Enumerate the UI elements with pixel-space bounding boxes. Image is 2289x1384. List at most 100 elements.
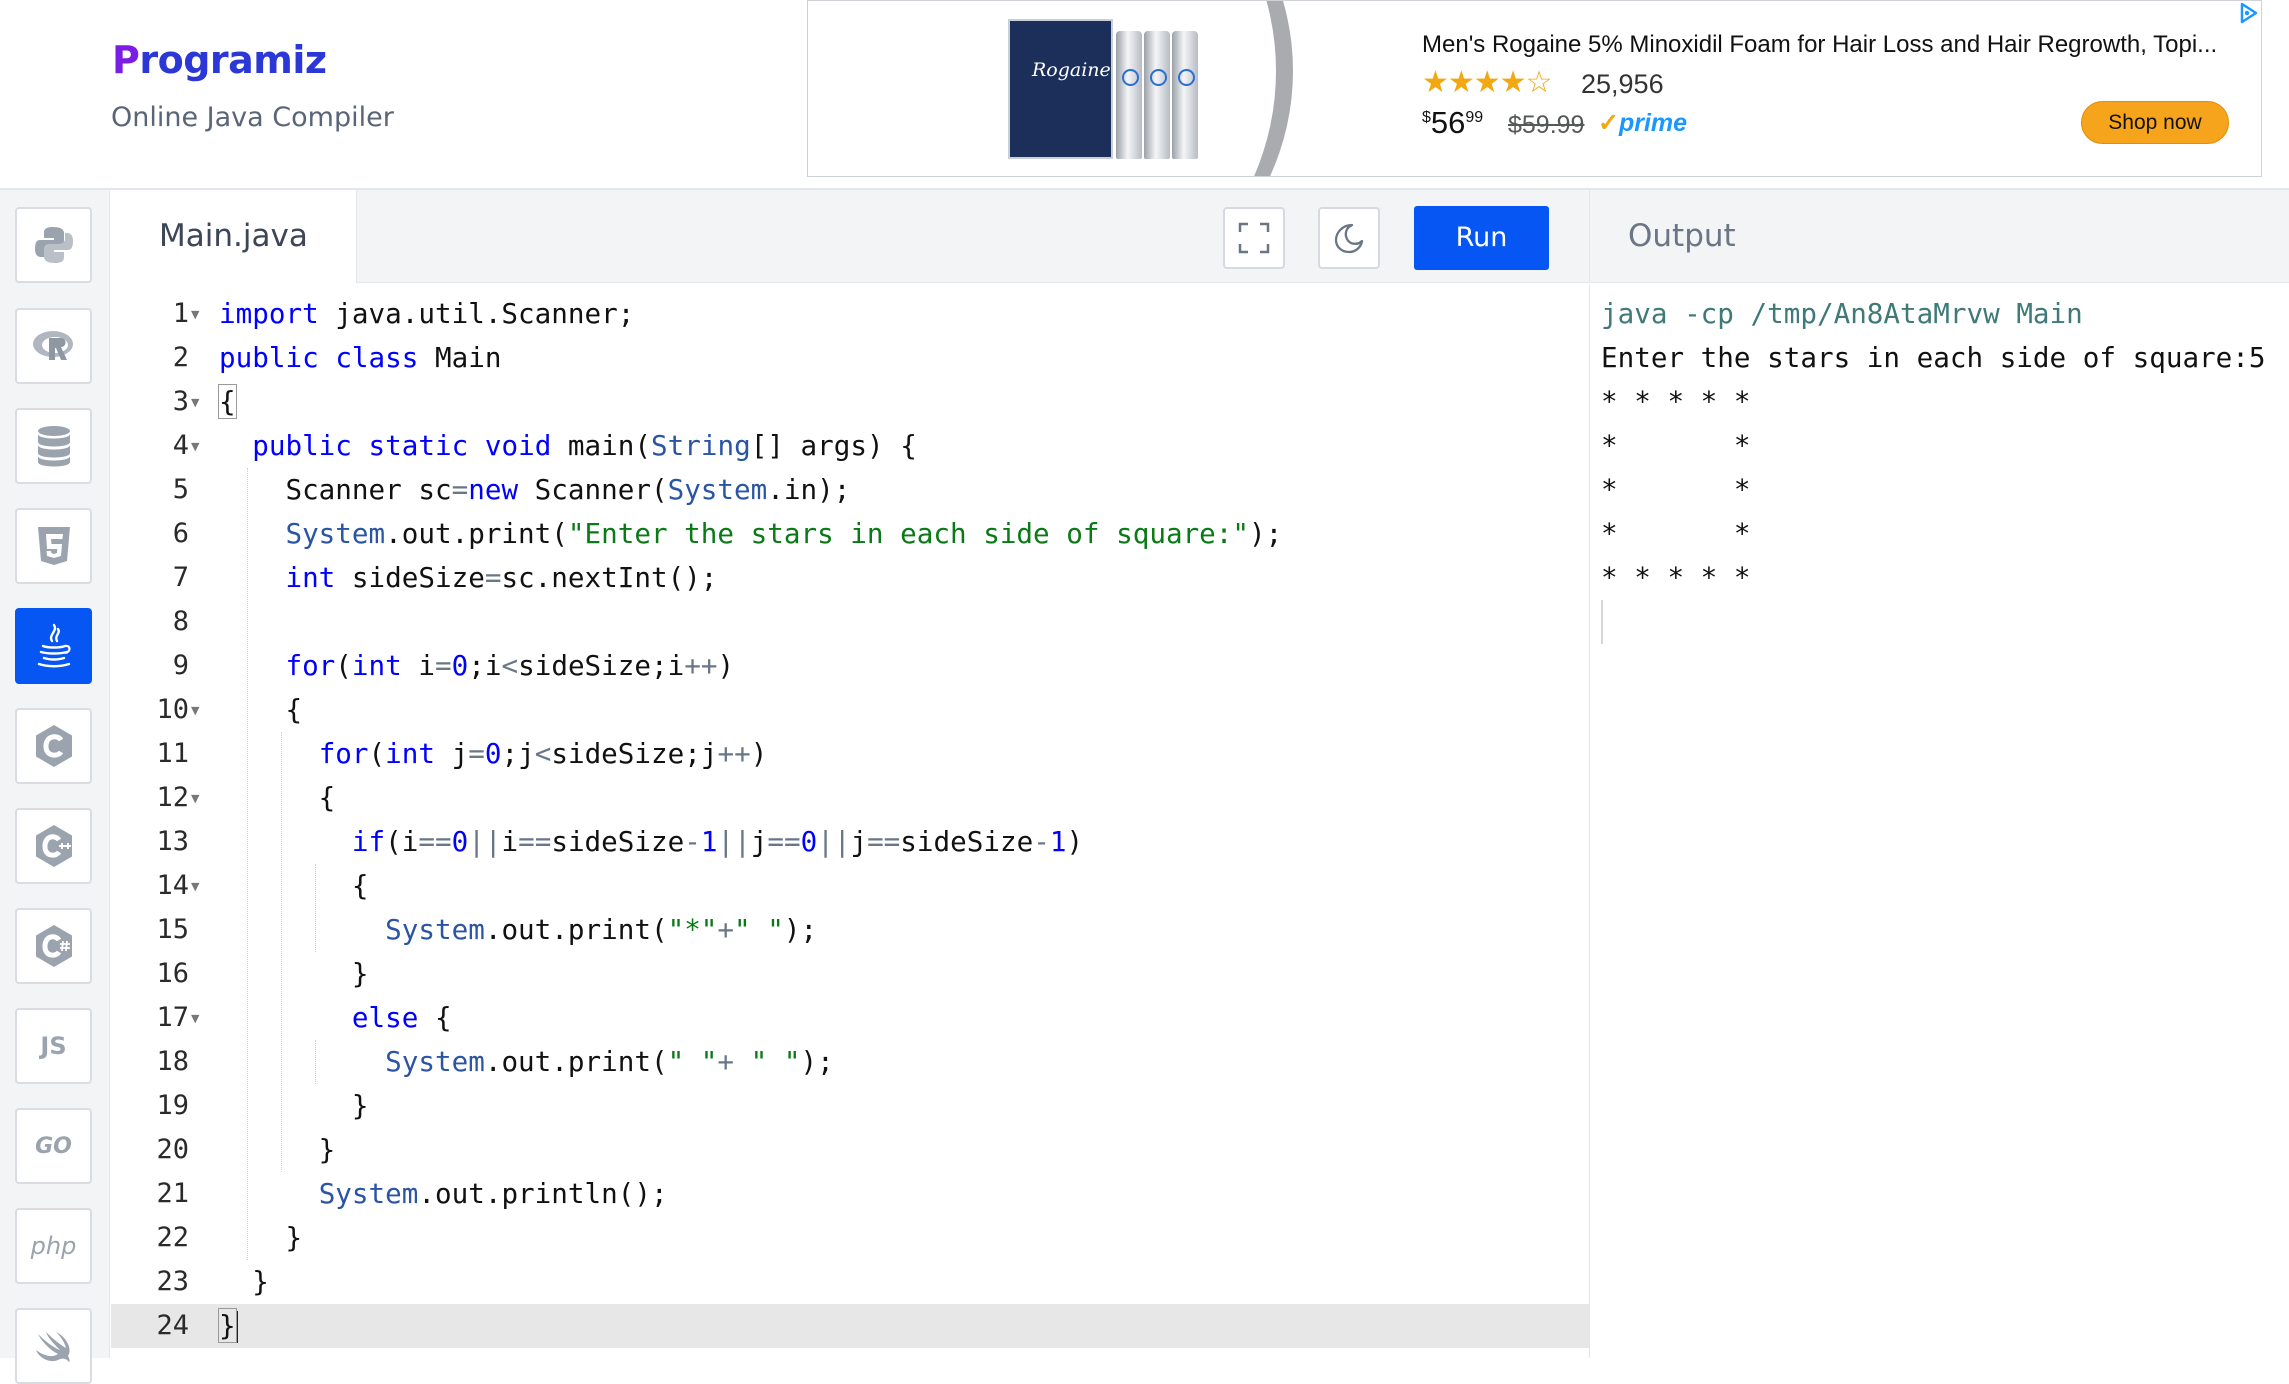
code-line-20: } <box>219 1133 336 1166</box>
code-line-4: public static void main(String[] args) { <box>252 429 917 462</box>
database-icon <box>37 426 70 467</box>
code-line-17: else { <box>351 1001 452 1034</box>
line-number: 19 <box>156 1090 189 1121</box>
text-cursor <box>235 1311 238 1343</box>
line-number: 22 <box>156 1222 189 1253</box>
html5-icon <box>37 527 70 565</box>
ad-product-can <box>1144 31 1170 159</box>
editor-toolbar: Main.java Run <box>111 190 1589 283</box>
fold-arrow-icon[interactable]: ▼ <box>191 704 199 717</box>
output-line: * * * * * <box>1601 561 1768 594</box>
line-number: 13 <box>156 826 189 857</box>
fullscreen-button[interactable] <box>1223 207 1285 269</box>
advertisement[interactable]: Rogaine Men's Rogaine 5% Minoxidil Foam … <box>807 0 2262 177</box>
code-editor[interactable]: 1 ▼ 2 3 ▼ 4 ▼ 5 6 7 8 9 10 ▼ 11 12 ▼ 13 14 ▼ 15 16 17 ▼ 18 19 20 21… <box>111 284 1589 1358</box>
sidebar-item-swift[interactable] <box>15 1308 92 1384</box>
sidebar-item-cpp[interactable] <box>15 808 92 884</box>
sidebar-item-python[interactable] <box>15 207 92 283</box>
line-number: 15 <box>156 914 189 945</box>
file-name-label: Main.java <box>159 218 308 254</box>
output-header: Output <box>1589 190 2289 283</box>
line-number: 12 <box>156 782 189 813</box>
page-subtitle: Online Java Compiler <box>111 102 394 133</box>
code-line-7: int sideSize=sc.nextInt(); <box>285 561 718 594</box>
line-number: 2 <box>172 342 189 373</box>
go-icon: GO <box>35 1133 72 1159</box>
code-line-23: } <box>219 1265 269 1298</box>
sidebar-item-go[interactable]: GO <box>15 1108 92 1184</box>
line-number: 16 <box>156 958 189 989</box>
code-line-22: } <box>219 1221 303 1254</box>
code-line-10: { <box>219 693 303 726</box>
sidebar-item-java[interactable] <box>15 608 92 684</box>
ad-product-can <box>1172 31 1198 159</box>
adchoices-icon[interactable] <box>2236 1 2260 25</box>
code-line-3: { <box>218 384 237 419</box>
sidebar-item-html[interactable] <box>15 508 92 584</box>
fold-arrow-icon[interactable]: ▼ <box>191 1012 199 1025</box>
ad-product-box: Rogaine <box>1008 19 1113 159</box>
r-icon <box>32 331 73 360</box>
java-icon <box>37 623 71 668</box>
code-line-18: System.out.print(" "+ " "); <box>385 1045 834 1078</box>
line-number: 9 <box>172 650 189 681</box>
ad-rating-count: 25,956 <box>1581 69 1664 99</box>
sidebar-item-javascript[interactable]: JS <box>15 1008 92 1084</box>
output-title: Output <box>1628 218 1736 254</box>
javascript-icon: JS <box>40 1032 67 1060</box>
ad-product-image[interactable]: Rogaine <box>1008 19 1198 159</box>
line-number: 14 <box>156 870 189 901</box>
line-number: 6 <box>172 518 189 549</box>
swift-icon <box>35 1332 70 1362</box>
line-number: 1 <box>172 298 189 329</box>
output-console[interactable]: java -cp /tmp/An8AtaMrvw Main Enter the … <box>1589 284 2289 1358</box>
sidebar-item-c[interactable] <box>15 708 92 784</box>
line-number: 11 <box>156 738 189 769</box>
line-number: 20 <box>156 1134 189 1165</box>
line-number: 24 <box>156 1310 189 1341</box>
line-number: 8 <box>172 606 189 637</box>
tab-main-java[interactable]: Main.java <box>111 190 357 283</box>
line-number: 10 <box>156 694 189 725</box>
line-number: 18 <box>156 1046 189 1077</box>
run-button[interactable]: Run <box>1414 206 1549 270</box>
code-line-12: { <box>219 781 336 814</box>
php-icon: php <box>30 1232 77 1260</box>
fold-arrow-icon[interactable]: ▼ <box>191 880 199 893</box>
code-line-14: { <box>219 869 369 902</box>
ad-star-rating: ★★★★☆ <box>1422 65 1552 100</box>
output-input-cursor <box>1601 600 1603 644</box>
line-number: 3 <box>172 386 189 417</box>
fold-arrow-icon[interactable]: ▼ <box>191 792 199 805</box>
ad-product-can <box>1116 31 1142 159</box>
line-number: 7 <box>172 562 189 593</box>
code-line-16: } <box>219 957 369 990</box>
code-line-19: } <box>219 1089 369 1122</box>
output-command-line: java -cp /tmp/An8AtaMrvw Main <box>1601 297 2083 330</box>
language-sidebar: JS GO php <box>0 190 110 1384</box>
ad-price-whole: 56 <box>1430 105 1466 140</box>
dark-mode-toggle[interactable] <box>1318 207 1380 269</box>
sidebar-item-sql[interactable] <box>15 408 92 484</box>
sidebar-item-php[interactable]: php <box>15 1208 92 1284</box>
code-line-15: System.out.print("*"+" "); <box>385 913 818 946</box>
line-number: 23 <box>156 1266 189 1297</box>
ad-price-currency: $ <box>1422 109 1431 126</box>
c-icon <box>35 725 72 767</box>
site-header: Programiz Online Java Compiler Rogaine M… <box>0 0 2289 190</box>
ad-title[interactable]: Men's Rogaine 5% Minoxidil Foam for Hair… <box>1422 31 2217 59</box>
shop-now-button[interactable]: Shop now <box>2081 101 2229 144</box>
programiz-logo[interactable]: Programiz <box>112 38 327 82</box>
ad-old-price: $59.99 <box>1508 111 1585 139</box>
code-line-6: System.out.print("Enter the stars in eac… <box>285 517 1283 550</box>
logo-p: P <box>112 38 140 82</box>
sidebar-item-r[interactable] <box>15 308 92 384</box>
fold-arrow-icon[interactable]: ▼ <box>191 440 199 453</box>
ad-price: $5699 <box>1422 105 1483 141</box>
code-line-1: import java.util.Scanner; <box>219 297 635 330</box>
code-line-21: System.out.println(); <box>318 1177 668 1210</box>
sidebar-item-csharp[interactable] <box>15 908 92 984</box>
fold-arrow-icon[interactable]: ▼ <box>191 308 199 321</box>
fold-arrow-icon[interactable]: ▼ <box>191 396 199 409</box>
